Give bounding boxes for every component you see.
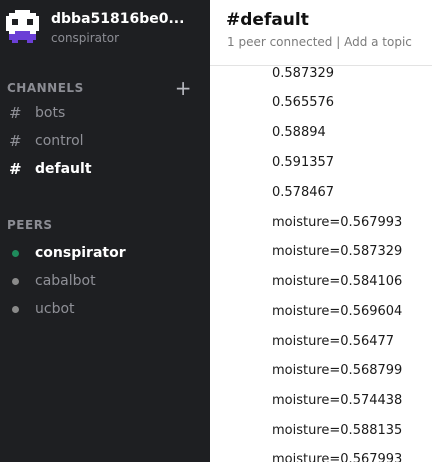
channels-heading: CHANNELS [7, 81, 84, 95]
message-list[interactable]: 0.587329 0.565576 0.58894 0.591357 0.578… [210, 66, 432, 462]
profile-name: dbba51816be0... [51, 11, 185, 27]
message: 0.587329 [272, 66, 335, 81]
peer-item-ucbot[interactable]: ucbot [12, 299, 75, 319]
message: 0.578467 [272, 185, 335, 200]
peers-heading: PEERS [7, 218, 53, 232]
channel-label: default [35, 161, 92, 177]
message: 0.591357 [272, 155, 335, 170]
hash-icon: # [9, 132, 22, 150]
message: moisture=0.584106 [272, 274, 403, 289]
profile-subtitle: conspirator [51, 31, 120, 45]
peer-label: conspirator [35, 245, 126, 261]
main-panel: #default 1 peer connected | Add a topic … [210, 0, 432, 462]
peer-item-conspirator[interactable]: conspirator [12, 243, 126, 263]
message: moisture=0.574438 [272, 393, 403, 408]
channel-title: #default [226, 10, 309, 30]
peer-label: cabalbot [35, 273, 96, 289]
message: moisture=0.56477 [272, 334, 395, 349]
message: 0.565576 [272, 95, 335, 110]
message: moisture=0.587329 [272, 244, 403, 259]
status-dot-icon [12, 249, 19, 257]
peers-connected: 1 peer connected [227, 35, 333, 49]
peer-item-cabalbot[interactable]: cabalbot [12, 271, 96, 291]
message: 0.58894 [272, 125, 326, 140]
channels-heading-row: CHANNELS + [7, 78, 192, 98]
status-dot-icon [12, 305, 19, 313]
avatar-icon [6, 10, 39, 43]
status-dot-icon [12, 277, 19, 285]
channel-meta: 1 peer connected | Add a topic [227, 35, 412, 49]
peers-heading-row: PEERS [7, 218, 192, 232]
channel-label: bots [35, 105, 66, 121]
peer-label: ucbot [35, 301, 75, 317]
hash-icon: # [9, 160, 22, 178]
message: moisture=0.567993 [272, 452, 403, 462]
hash-icon: # [9, 104, 22, 122]
profile[interactable]: dbba51816be0... conspirator [6, 10, 184, 46]
message: moisture=0.568799 [272, 363, 403, 378]
channel-header: #default 1 peer connected | Add a topic [210, 0, 432, 66]
add-topic-link[interactable]: Add a topic [344, 35, 412, 49]
add-channel-button[interactable]: + [175, 78, 192, 98]
channel-label: control [35, 133, 84, 149]
channel-item-default[interactable]: # default [9, 159, 92, 179]
channel-item-bots[interactable]: # bots [9, 103, 65, 123]
channel-item-control[interactable]: # control [9, 131, 84, 151]
message: moisture=0.569604 [272, 304, 403, 319]
message: moisture=0.588135 [272, 423, 403, 438]
message: moisture=0.567993 [272, 215, 403, 230]
meta-separator: | [332, 35, 345, 49]
sidebar: dbba51816be0... conspirator CHANNELS + #… [0, 0, 210, 462]
